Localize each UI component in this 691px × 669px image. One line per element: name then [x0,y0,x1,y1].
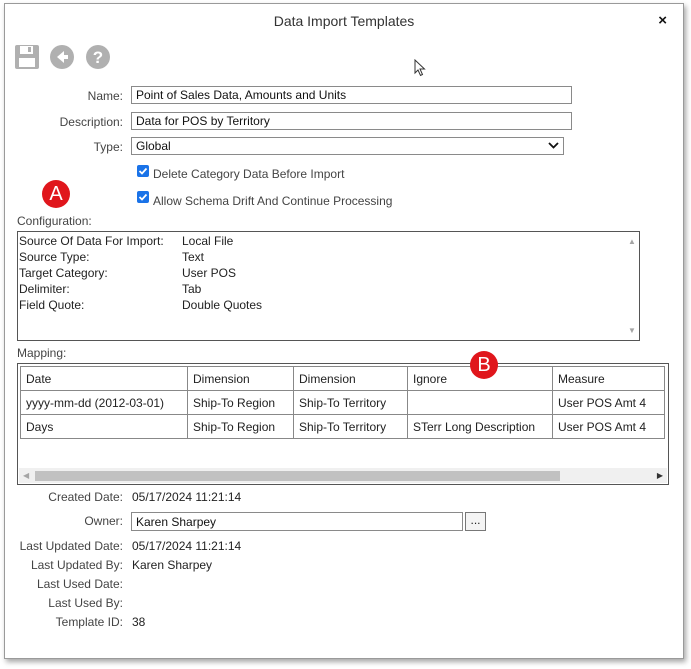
delete-category-label: Delete Category Data Before Import [153,167,345,181]
table-row[interactable]: yyyy-mm-dd (2012-03-01) Ship-To Region S… [20,390,665,415]
back-icon[interactable] [49,44,75,70]
table-cell[interactable] [407,390,553,415]
close-button[interactable]: × [658,12,667,29]
scrollbar-thumb[interactable] [35,471,560,481]
table-cell[interactable]: Ship-To Region [187,390,294,415]
table-cell[interactable]: Days [20,414,188,439]
owner-browse-button[interactable]: ... [465,512,486,531]
owner-label: Owner: [84,514,123,528]
table-cell[interactable]: User POS Amt 4 [552,390,665,415]
column-header[interactable]: Dimension [187,366,294,391]
help-icon[interactable]: ? [85,44,111,70]
config-row-key: Field Quote: [19,298,85,312]
scroll-right-icon[interactable]: ▶ [657,471,663,480]
table-row[interactable]: Days Ship-To Region Ship-To Territory ST… [20,414,665,439]
allow-schema-drift-label: Allow Schema Drift And Continue Processi… [153,194,393,208]
config-row-value: User POS [182,266,237,280]
type-select-value: Global [136,139,171,153]
table-cell[interactable]: User POS Amt 4 [552,414,665,439]
table-cell[interactable]: STerr Long Description [407,414,553,439]
last-updated-date-label: Last Updated Date: [19,539,123,553]
allow-schema-drift-checkbox[interactable] [137,191,149,203]
name-field[interactable] [131,86,572,104]
table-cell[interactable]: Ship-To Territory [293,390,408,415]
config-row-key: Delimiter: [19,282,70,296]
mapping-label: Mapping: [17,346,67,360]
created-date-value: 05/17/2024 11:21:14 [132,490,242,504]
name-label: Name: [87,89,123,103]
template-id-label: Template ID: [55,615,123,629]
last-used-date-label: Last Used Date: [36,577,123,591]
configuration-vertical-scrollbar[interactable]: ▲ ▼ [624,232,639,340]
save-icon[interactable] [14,44,40,70]
configuration-label: Configuration: [17,214,92,228]
callout-marker-b: B [470,351,498,379]
svg-text:?: ? [93,48,103,67]
config-row-key: Target Category: [19,266,108,280]
scroll-up-icon[interactable]: ▲ [628,237,636,246]
description-label: Description: [59,115,123,129]
mapping-horizontal-scrollbar[interactable]: ◀ ▶ [19,468,667,483]
owner-field[interactable] [131,512,463,531]
mapping-grid[interactable]: Date Dimension Dimension Ignore Measure … [17,363,669,485]
mouse-cursor-icon [414,58,426,80]
callout-marker-a: A [42,180,70,208]
table-cell[interactable]: yyyy-mm-dd (2012-03-01) [20,390,188,415]
description-field[interactable] [131,112,572,130]
type-select[interactable]: Global [131,137,564,155]
last-updated-date-value: 05/17/2024 11:21:14 [132,539,242,553]
configuration-box[interactable]: Source Of Data For Import: Local File So… [17,231,640,341]
table-cell[interactable]: Ship-To Territory [293,414,408,439]
template-id-value: 38 [132,615,146,629]
chevron-down-icon [548,138,559,155]
config-row-value: Double Quotes [182,298,263,312]
type-label: Type: [93,140,123,154]
dialog-title: Data Import Templates [273,13,415,29]
data-import-templates-dialog: Data Import Templates × ? Name: Descript… [4,3,684,659]
mapping-table: Date Dimension Dimension Ignore Measure … [20,366,665,439]
column-header[interactable]: Dimension [293,366,408,391]
config-row-value: Tab [182,282,202,296]
last-updated-by-value: Karen Sharpey [132,558,213,572]
last-updated-by-label: Last Updated By: [30,558,123,572]
mapping-header-row: Date Dimension Dimension Ignore Measure [20,366,665,391]
config-row-value: Local File [182,234,234,248]
scroll-down-icon[interactable]: ▼ [628,326,636,335]
column-header[interactable]: Date [20,366,188,391]
last-used-by-label: Last Used By: [48,596,123,610]
config-row-key: Source Of Data For Import: [19,234,164,248]
scroll-left-icon[interactable]: ◀ [23,471,29,480]
config-row-value: Text [182,250,205,264]
table-cell[interactable]: Ship-To Region [187,414,294,439]
delete-category-checkbox[interactable] [137,165,149,177]
created-date-label: Created Date: [48,490,123,504]
column-header[interactable]: Measure [552,366,665,391]
config-row-key: Source Type: [19,250,90,264]
